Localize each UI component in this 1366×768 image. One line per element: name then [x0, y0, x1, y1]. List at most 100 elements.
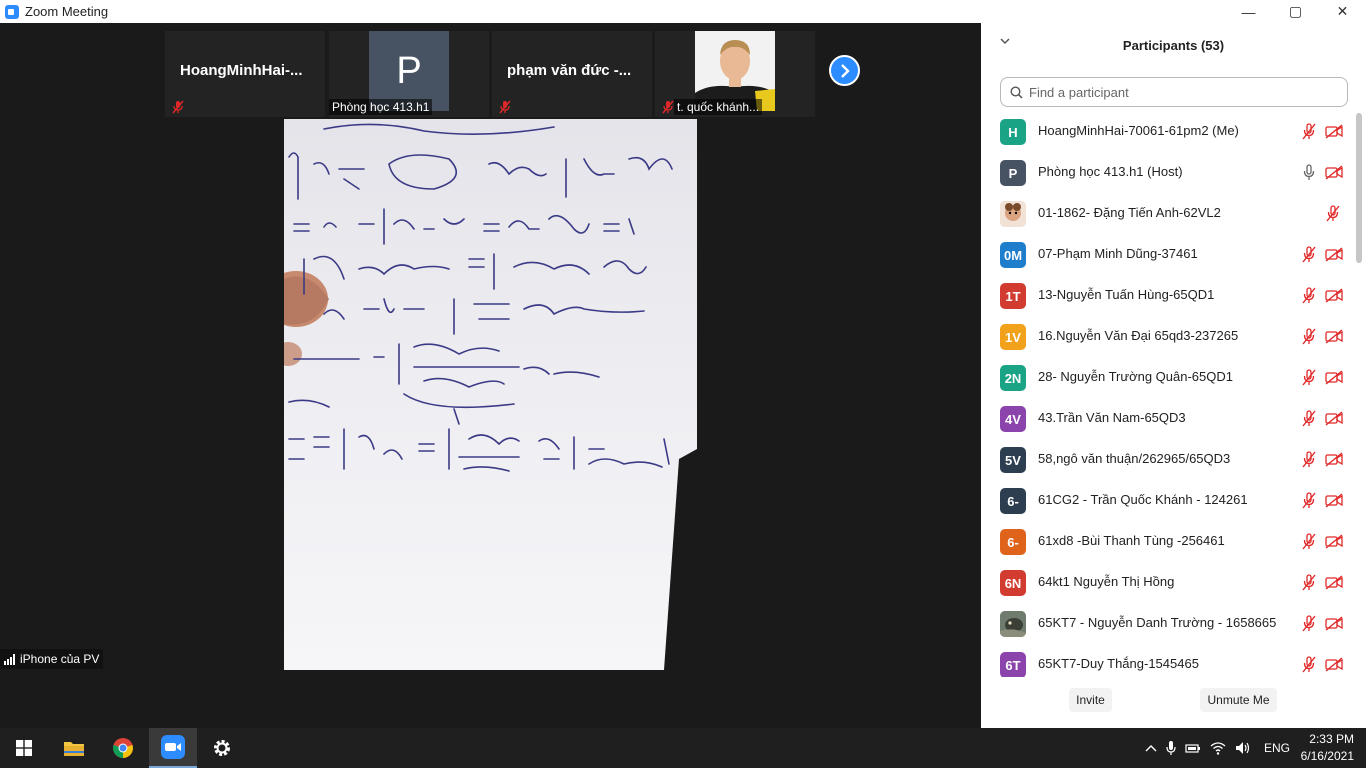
video-off-icon[interactable]: [1325, 165, 1343, 180]
gear-icon: [214, 740, 230, 756]
settings-button[interactable]: [198, 728, 246, 768]
chevron-up-icon[interactable]: [1145, 744, 1157, 752]
participant-name: phạm văn đức -...: [507, 62, 632, 79]
wifi-icon[interactable]: [1210, 741, 1226, 755]
close-button[interactable]: ✕: [1319, 0, 1366, 23]
chrome-button[interactable]: [99, 728, 147, 768]
panel-header: Participants (53): [981, 23, 1366, 69]
participant-row[interactable]: 01-1862- Đặng Tiến Anh-62VL2: [981, 193, 1353, 234]
muted-mic-icon[interactable]: [1301, 451, 1317, 468]
maximize-button[interactable]: ▢: [1272, 0, 1319, 23]
muted-mic-icon[interactable]: [1301, 287, 1317, 304]
microphone-icon[interactable]: [1166, 740, 1176, 756]
muted-mic-icon[interactable]: [1301, 369, 1317, 386]
speaker-name: iPhone của PV: [20, 652, 100, 666]
file-explorer-button[interactable]: [50, 728, 98, 768]
volume-icon[interactable]: [1235, 741, 1251, 755]
participant-name: 13-Nguyễn Tuấn Hùng-65QD1: [1038, 287, 1215, 302]
participant-avatar: H: [1000, 119, 1026, 145]
muted-mic-icon[interactable]: [1301, 574, 1317, 591]
muted-mic-icon[interactable]: [1301, 246, 1317, 263]
battery-icon[interactable]: [1185, 742, 1201, 754]
muted-mic-icon[interactable]: [1301, 328, 1317, 345]
video-off-icon[interactable]: [1325, 329, 1343, 344]
participant-avatar: [1000, 611, 1026, 637]
participant-name: 61xd8 -Bùi Thanh Tùng -256461: [1038, 533, 1225, 548]
muted-mic-icon[interactable]: [1301, 492, 1317, 509]
active-speaker-label: iPhone của PV: [0, 649, 104, 669]
clock[interactable]: 2:33 PM 6/16/2021: [1301, 731, 1354, 765]
participant-row[interactable]: 2N 28- Nguyễn Trường Quân-65QD1: [981, 357, 1353, 398]
muted-mic-icon[interactable]: [1301, 615, 1317, 632]
video-off-icon[interactable]: [1325, 493, 1343, 508]
participant-row[interactable]: 1V 16.Nguyễn Văn Đại 65qd3-237265: [981, 316, 1353, 357]
participant-name: Phòng học 413.h1 (Host): [1038, 164, 1183, 179]
scrollbar[interactable]: [1355, 111, 1363, 677]
participant-name: 65KT7 - Nguyễn Danh Trường - 1658665: [1038, 615, 1277, 630]
video-thumbnail-2[interactable]: P Phòng học 413.h1: [329, 31, 489, 117]
participant-avatar: 4V: [1000, 406, 1026, 432]
participant-row[interactable]: P Phòng học 413.h1 (Host): [981, 152, 1353, 193]
video-off-icon[interactable]: [1325, 124, 1343, 139]
muted-mic-icon[interactable]: [1301, 410, 1317, 427]
video-off-icon[interactable]: [1325, 370, 1343, 385]
video-off-icon[interactable]: [1325, 247, 1343, 262]
participant-row[interactable]: 6- 61xd8 -Bùi Thanh Tùng -256461: [981, 521, 1353, 562]
mic-icon[interactable]: [1301, 164, 1317, 181]
unmute-me-button[interactable]: Unmute Me: [1200, 688, 1277, 712]
invite-button[interactable]: Invite: [1069, 688, 1112, 712]
muted-mic-icon[interactable]: [1301, 123, 1317, 140]
participant-row[interactable]: 1T 13-Nguyễn Tuấn Hùng-65QD1: [981, 275, 1353, 316]
muted-mic-icon: [172, 100, 184, 114]
search-box[interactable]: [1000, 77, 1348, 107]
clock-time: 2:33 PM: [1309, 732, 1354, 746]
video-thumbnail-3[interactable]: phạm văn đức -...: [492, 31, 652, 117]
participant-name: 61CG2 - Trần Quốc Khánh - 124261: [1038, 492, 1248, 507]
minimize-button[interactable]: —: [1225, 0, 1272, 23]
participant-name: 64kt1 Nguyễn Thị Hồng: [1038, 574, 1175, 589]
participant-row[interactable]: 4V 43.Trần Văn Nam-65QD3: [981, 398, 1353, 439]
participant-avatar: 0M: [1000, 242, 1026, 268]
video-off-icon[interactable]: [1325, 288, 1343, 303]
participant-row[interactable]: 6N 64kt1 Nguyễn Thị Hồng: [981, 562, 1353, 603]
video-off-icon[interactable]: [1325, 411, 1343, 426]
video-off-icon[interactable]: [1325, 575, 1343, 590]
zoom-icon: [161, 735, 185, 759]
window-title: Zoom Meeting: [25, 4, 109, 19]
participant-list: H HoangMinhHai-70061-61pm2 (Me) P Phòng học…: [981, 111, 1353, 677]
participant-name: 58,ngô văn thuận/262965/65QD3: [1038, 451, 1231, 466]
participant-name: 28- Nguyễn Trường Quân-65QD1: [1038, 369, 1233, 384]
participant-avatar: 6-: [1000, 488, 1026, 514]
participant-avatar: 6-: [1000, 529, 1026, 555]
participant-row[interactable]: 5V 58,ngô văn thuận/262965/65QD3: [981, 439, 1353, 480]
next-page-button[interactable]: [829, 55, 860, 86]
participant-name: 01-1862- Đặng Tiến Anh-62VL2: [1038, 205, 1221, 220]
participant-row[interactable]: 6T 65KT7-Duy Thắng-1545465: [981, 644, 1353, 677]
muted-mic-icon: [662, 100, 674, 114]
title-bar: Zoom Meeting — ▢ ✕: [0, 0, 1366, 23]
muted-mic-icon[interactable]: [1301, 533, 1317, 550]
muted-mic-icon[interactable]: [1301, 656, 1317, 673]
participant-name: HoangMinhHai-...: [180, 62, 303, 79]
participant-row[interactable]: 6- 61CG2 - Trần Quốc Khánh - 124261: [981, 480, 1353, 521]
start-button[interactable]: [0, 728, 48, 768]
video-off-icon[interactable]: [1325, 534, 1343, 549]
participant-row[interactable]: 0M 07-Phạm Minh Dũng-37461: [981, 234, 1353, 275]
video-off-icon[interactable]: [1325, 657, 1343, 672]
video-thumbnail-1[interactable]: HoangMinhHai-...: [165, 31, 325, 117]
video-off-icon[interactable]: [1325, 452, 1343, 467]
search-icon: [1010, 85, 1023, 99]
participant-avatar: 1V: [1000, 324, 1026, 350]
participant-avatar: 1T: [1000, 283, 1026, 309]
signal-icon: [4, 653, 15, 665]
video-off-icon[interactable]: [1325, 616, 1343, 631]
panel-title: Participants (53): [1122, 38, 1225, 53]
muted-mic-icon[interactable]: [1325, 205, 1341, 222]
participant-row[interactable]: H HoangMinhHai-70061-61pm2 (Me): [981, 111, 1353, 152]
participant-avatar: 5V: [1000, 447, 1026, 473]
participant-row[interactable]: 65KT7 - Nguyễn Danh Trường - 1658665: [981, 603, 1353, 644]
language-indicator[interactable]: ENG: [1264, 741, 1290, 755]
video-thumbnail-4[interactable]: t. quốc khánh...: [655, 31, 815, 117]
zoom-taskbar-button[interactable]: [149, 728, 197, 768]
search-input[interactable]: [1027, 83, 1331, 101]
